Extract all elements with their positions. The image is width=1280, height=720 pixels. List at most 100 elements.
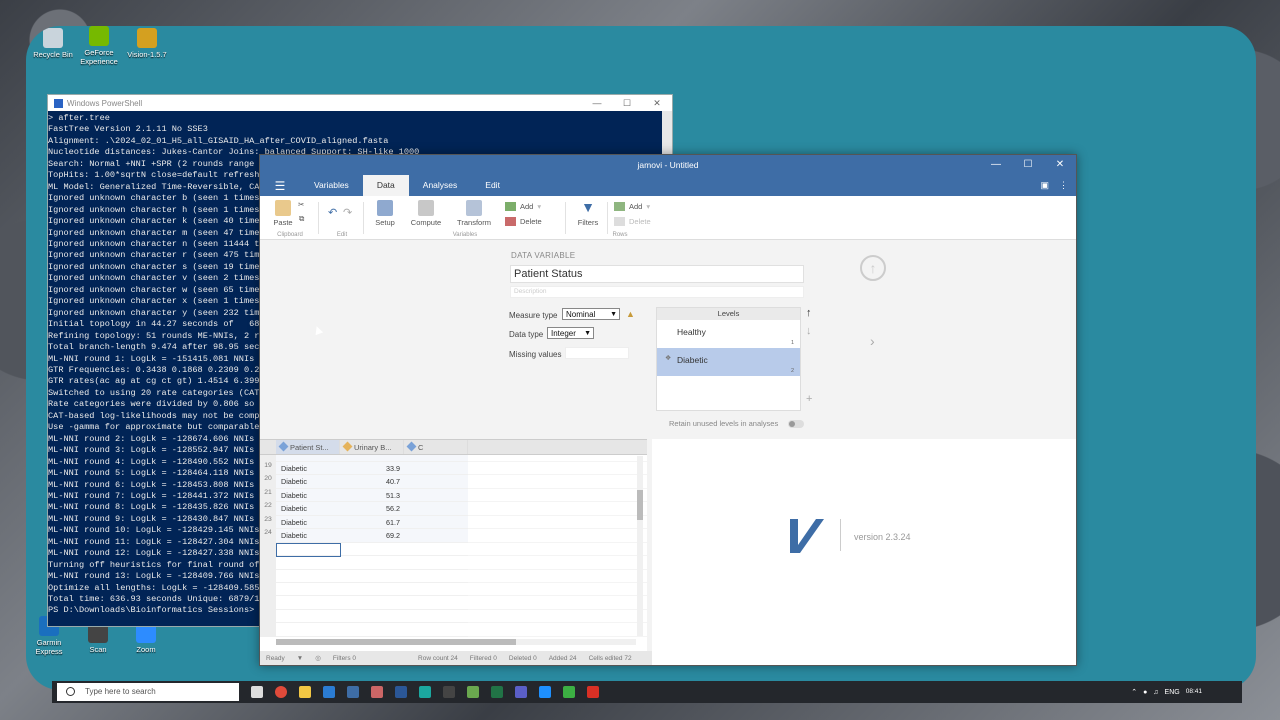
cell-c[interactable] <box>404 475 468 489</box>
grid-vertical-scrollbar[interactable] <box>637 456 643 636</box>
cell-patient-status[interactable]: Diabetic <box>276 502 340 516</box>
variable-name-input[interactable]: Patient Status <box>510 265 804 283</box>
app-icon[interactable] <box>587 686 599 698</box>
table-row[interactable]: 23 Diabetic 61.7 <box>260 515 647 530</box>
setup-button[interactable]: Setup <box>370 200 400 227</box>
app-icon[interactable] <box>467 686 479 698</box>
transform-button[interactable]: Transform <box>454 200 494 227</box>
desktop-icon-recycle-bin[interactable]: Recycle Bin <box>28 28 78 59</box>
table-row-partial[interactable] <box>260 455 647 462</box>
next-variable-icon[interactable]: › <box>870 333 875 349</box>
powershell-titlebar[interactable]: Windows PowerShell — ☐ ✕ <box>48 95 672 111</box>
minimize-icon[interactable]: — <box>980 155 1012 175</box>
app-icon[interactable] <box>443 686 455 698</box>
chrome-icon[interactable] <box>275 686 287 698</box>
task-view-icon[interactable] <box>251 686 263 698</box>
jamovi-window[interactable]: jamovi - Untitled — ☐ ✕ ☰ Variables Data… <box>259 154 1077 666</box>
cell-patient-status[interactable]: Diabetic <box>276 529 340 543</box>
retain-unused-levels-toggle[interactable] <box>788 420 804 428</box>
empty-row[interactable] <box>260 556 647 570</box>
cell-empty[interactable] <box>468 529 647 543</box>
cell-urinary[interactable]: 56.2 <box>340 502 404 516</box>
tab-data[interactable]: Data <box>362 175 409 196</box>
level-item-diabetic[interactable]: ❖ Diabetic 2 <box>657 348 800 376</box>
cell-urinary[interactable]: 40.7 <box>340 475 404 489</box>
minimize-icon[interactable]: — <box>582 98 612 109</box>
cell-c[interactable] <box>404 529 468 543</box>
close-icon[interactable]: ✕ <box>1044 155 1076 175</box>
network-icon[interactable]: ● <box>1143 689 1147 696</box>
cell-c[interactable] <box>404 488 468 503</box>
tab-edit[interactable]: Edit <box>471 175 514 196</box>
chevron-up-icon[interactable]: ⌃ <box>1131 688 1137 696</box>
desktop-icon-zoom[interactable]: Zoom <box>121 623 171 654</box>
close-icon[interactable]: ✕ <box>642 98 672 109</box>
cell-patient-status[interactable]: Diabetic <box>276 515 340 530</box>
outlook-icon[interactable] <box>323 686 335 698</box>
app-icon[interactable] <box>371 686 383 698</box>
cell-empty[interactable] <box>468 489 647 503</box>
maximize-icon[interactable]: ☐ <box>612 98 642 109</box>
desktop-icon-vision[interactable]: Vision-1.5.7 <box>122 28 172 59</box>
excel-icon[interactable] <box>491 686 503 698</box>
cell-c[interactable] <box>404 515 468 530</box>
empty-row[interactable] <box>260 596 647 610</box>
cell-urinary[interactable]: 33.9 <box>340 462 404 476</box>
column-header-patient-status[interactable]: Patient St... <box>276 440 340 454</box>
column-header-c[interactable]: C <box>404 440 468 454</box>
data-type-select[interactable]: Integer ▼ <box>547 327 594 339</box>
measure-type-select[interactable]: Nominal ▼ <box>562 308 620 320</box>
cell-patient-status[interactable]: Diabetic <box>276 488 340 503</box>
tab-analyses[interactable]: Analyses <box>409 175 472 196</box>
cell-empty[interactable] <box>468 475 647 489</box>
add-level-icon[interactable]: + <box>806 393 812 405</box>
more-options-icon[interactable]: ⋮ <box>1059 180 1068 191</box>
clock[interactable]: 08:41 <box>1186 688 1202 696</box>
maximize-icon[interactable]: ☐ <box>1012 155 1044 175</box>
cell-urinary[interactable]: 69.2 <box>340 529 404 543</box>
cell-empty[interactable] <box>468 516 647 530</box>
move-level-up-icon[interactable]: ↑ <box>806 307 812 319</box>
cell-patient-status[interactable]: Diabetic <box>276 475 340 489</box>
jamovi-taskbar-icon[interactable] <box>347 686 359 698</box>
filters-button[interactable]: ▼ Filters <box>574 200 602 227</box>
copy-button[interactable]: ⧉ <box>299 214 304 224</box>
paste-button[interactable]: Paste <box>272 200 294 227</box>
table-row[interactable]: 24 Diabetic 69.2 <box>260 529 647 543</box>
variable-description-input[interactable]: Description <box>510 286 804 298</box>
cell-empty[interactable] <box>468 502 647 516</box>
empty-row[interactable] <box>260 623 647 637</box>
cut-button[interactable]: ✂ <box>298 200 304 209</box>
desktop-icon-geforce[interactable]: GeForce Experience <box>74 26 124 66</box>
redo-button[interactable]: ↷ <box>343 206 352 219</box>
tab-variables[interactable]: Variables <box>300 175 363 196</box>
language-indicator[interactable]: ENG <box>1165 689 1180 696</box>
delete-row-button[interactable]: Delete <box>614 217 651 226</box>
table-row[interactable]: 19 Diabetic 33.9 <box>260 462 647 476</box>
empty-row[interactable] <box>260 569 647 583</box>
column-header-urinary[interactable]: Urinary B... <box>340 440 404 454</box>
data-grid[interactable]: Patient St... Urinary B... C 19 Diabetic 3… <box>260 439 647 651</box>
collapse-up-icon[interactable]: ↑ <box>860 255 886 281</box>
move-level-down-icon[interactable]: ↓ <box>806 325 812 337</box>
taskbar-search-input[interactable]: Type here to search <box>57 683 239 701</box>
table-row[interactable]: 22 Diabetic 56.2 <box>260 502 647 516</box>
app-icon[interactable] <box>539 686 551 698</box>
file-explorer-icon[interactable] <box>299 686 311 698</box>
teams-icon[interactable] <box>515 686 527 698</box>
cell-patient-status[interactable]: Diabetic <box>276 462 340 476</box>
jamovi-titlebar[interactable]: jamovi - Untitled — ☐ ✕ <box>260 155 1076 175</box>
add-row-button[interactable]: Add ▾ <box>614 202 650 211</box>
missing-values-input[interactable] <box>565 347 629 359</box>
grid-horizontal-scrollbar[interactable] <box>276 639 636 645</box>
cell-urinary[interactable]: 61.7 <box>340 515 404 530</box>
table-row[interactable]: 20 Diabetic 40.7 <box>260 475 647 489</box>
add-variable-button[interactable]: Add ▾ <box>505 202 541 211</box>
level-item-healthy[interactable]: Healthy 1 <box>657 320 800 348</box>
volume-icon[interactable]: ♫ <box>1153 689 1158 696</box>
cell-urinary[interactable]: 51.3 <box>340 488 404 503</box>
delete-variable-button[interactable]: Delete <box>505 217 542 226</box>
empty-row[interactable] <box>260 609 647 624</box>
cell-c[interactable] <box>404 502 468 516</box>
powershell-taskbar-icon[interactable] <box>395 686 407 698</box>
